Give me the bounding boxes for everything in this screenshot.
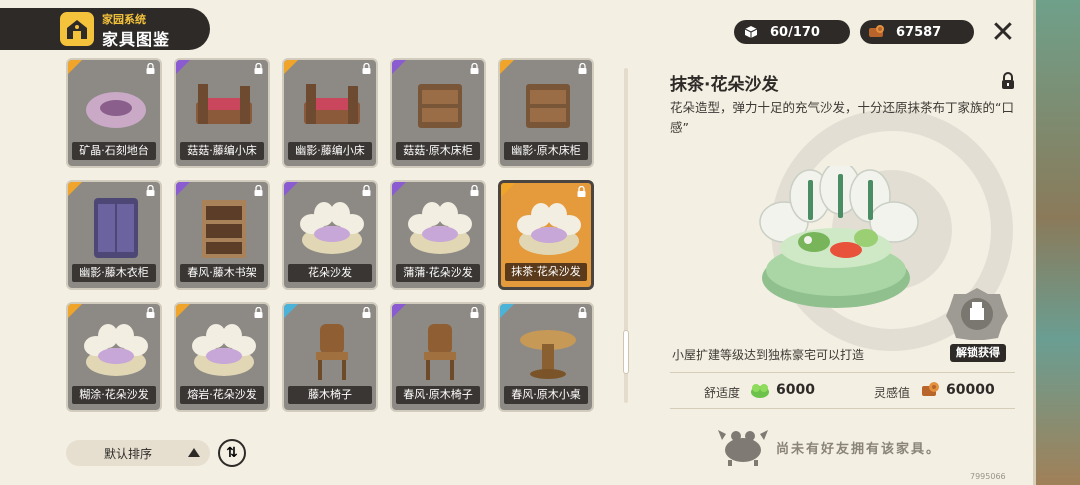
- house-icon: [58, 10, 96, 48]
- rarity-marker: [68, 60, 82, 74]
- comfort-label: 舒适度: [704, 386, 741, 400]
- rarity-marker: [500, 304, 514, 318]
- furniture-card-label: 春风·原木小桌: [504, 386, 588, 404]
- currency-pill: 67587: [860, 20, 974, 44]
- rarity-marker: [392, 182, 406, 196]
- chair-icon: [316, 324, 348, 380]
- furniture-card[interactable]: 熔岩·花朵沙发: [174, 302, 270, 412]
- no-friend-message: 尚未有好友拥有该家具。: [776, 442, 942, 457]
- rarity-marker: [392, 304, 406, 318]
- furniture-card[interactable]: 抹茶·花朵沙发: [498, 180, 594, 290]
- bookshelf-icon: [202, 200, 246, 258]
- header-subtitle: 家园系统: [102, 13, 146, 26]
- unlock-badge-icon: [946, 288, 1008, 340]
- header-tag: 家园系统 家具图鉴: [0, 8, 210, 50]
- furniture-card[interactable]: 菇菇·原木床柜: [390, 58, 486, 168]
- table-icon: [520, 330, 576, 379]
- furniture-card[interactable]: 幽影·原木床柜: [498, 58, 594, 168]
- furniture-card[interactable]: 糊涂·花朵沙发: [66, 302, 162, 412]
- inspiration-icon: [922, 382, 939, 396]
- nightstand-icon: [526, 84, 570, 128]
- currency-value: 67587: [896, 24, 942, 40]
- furniture-card[interactable]: 藤木椅子: [282, 302, 378, 412]
- furniture-card-label: 糊涂·花朵沙发: [72, 386, 156, 404]
- rarity-marker: [68, 304, 82, 318]
- bed-icon: [304, 84, 360, 124]
- sort-label: 默认排序: [104, 446, 153, 461]
- cube-icon: [742, 23, 760, 41]
- comfort-value: 6000: [776, 382, 815, 398]
- capacity-value: 60/170: [770, 24, 820, 40]
- flower-sofa-icon: [517, 203, 581, 255]
- sort-order-icon: ⇅: [226, 445, 238, 461]
- furniture-card-label: 菇菇·藤编小床: [180, 142, 264, 160]
- furniture-card[interactable]: 春风·原木椅子: [390, 302, 486, 412]
- sort-dropdown[interactable]: 默认排序: [66, 440, 210, 466]
- wardrobe-icon: [94, 198, 138, 258]
- rarity-marker: [284, 182, 298, 196]
- unlock-button[interactable]: 解锁获得: [950, 344, 1006, 362]
- build-requirement: 小屋扩建等级达到独栋豪宅可以打造: [672, 348, 865, 362]
- rarity-marker: [176, 304, 190, 318]
- furniture-card-label: 幽影·原木床柜: [504, 142, 588, 160]
- flower-sofa-preview: [759, 166, 919, 308]
- furniture-card-label: 菇菇·原木床柜: [396, 142, 480, 160]
- rarity-marker: [176, 60, 190, 74]
- rarity-marker: [284, 304, 298, 318]
- item-title: 抹茶·花朵沙发: [670, 75, 779, 95]
- furniture-card[interactable]: 春风·原木小桌: [498, 302, 594, 412]
- flower-sofa-icon: [192, 324, 256, 376]
- inspiration-label: 灵感值: [874, 386, 911, 400]
- inspiration-value: 60000: [946, 382, 995, 398]
- rug-icon: [86, 92, 146, 128]
- flower-sofa-icon: [84, 324, 148, 376]
- furniture-card-label: 幽影·藤木衣柜: [72, 264, 156, 282]
- flower-sofa-icon: [408, 202, 472, 254]
- wood-coin-icon: [868, 23, 886, 41]
- divider: [670, 372, 1015, 373]
- rarity-marker: [392, 60, 406, 74]
- furniture-card[interactable]: 幽影·藤编小床: [282, 58, 378, 168]
- furniture-card-label: 蒲蒲·花朵沙发: [396, 264, 480, 282]
- furniture-card[interactable]: 花朵沙发: [282, 180, 378, 290]
- furniture-card-label: 矿晶·石刻地台: [72, 142, 156, 160]
- rarity-marker: [500, 60, 514, 74]
- furniture-card-label: 熔岩·花朵沙发: [180, 386, 264, 404]
- furniture-card-label: 藤木椅子: [288, 386, 372, 404]
- rarity-marker: [176, 182, 190, 196]
- rarity-marker: [284, 60, 298, 74]
- rarity-marker: [501, 183, 515, 197]
- furniture-card[interactable]: 蒲蒲·花朵沙发: [390, 180, 486, 290]
- furniture-card-label: 花朵沙发: [288, 264, 372, 282]
- close-button[interactable]: ✕: [988, 18, 1018, 48]
- lock-icon: [1002, 72, 1014, 89]
- furniture-catalog-panel: 家园系统 家具图鉴 60/170 67587 ✕ 矿晶·石刻地台 菇菇·藤编小床幽…: [0, 0, 1036, 485]
- furniture-card-label: 春风·藤木书架: [180, 264, 264, 282]
- user-id: 7995066: [970, 472, 1006, 481]
- scrollbar-thumb[interactable]: [623, 330, 629, 374]
- grid-scrollbar[interactable]: [623, 68, 629, 403]
- furniture-card[interactable]: 菇菇·藤编小床: [174, 58, 270, 168]
- crab-mascot-icon: [718, 430, 768, 466]
- furniture-card[interactable]: 幽影·藤木衣柜: [66, 180, 162, 290]
- divider: [670, 408, 1015, 409]
- close-icon: ✕: [990, 15, 1016, 50]
- sort-order-button[interactable]: ⇅: [218, 439, 246, 467]
- furniture-grid: 矿晶·石刻地台 菇菇·藤编小床 幽影·藤编小床 菇菇·原木床柜 幽影·原木床柜幽影·藤木…: [66, 58, 596, 413]
- furniture-card-label: 春风·原木椅子: [396, 386, 480, 404]
- triangle-up-icon: [188, 448, 200, 457]
- capacity-pill: 60/170: [734, 20, 850, 44]
- furniture-card-label: 幽影·藤编小床: [288, 142, 372, 160]
- furniture-card-label: 抹茶·花朵沙发: [505, 263, 587, 281]
- chair-icon: [424, 324, 456, 380]
- rarity-marker: [68, 182, 82, 196]
- page-title: 家具图鉴: [102, 30, 171, 49]
- comfort-icon: [751, 384, 769, 398]
- furniture-card[interactable]: 矿晶·石刻地台: [66, 58, 162, 168]
- bed-icon: [196, 84, 252, 124]
- flower-sofa-icon: [300, 202, 364, 254]
- nightstand-icon: [418, 84, 462, 128]
- item-description: 花朵造型，弹力十足的充气沙发，十分还原抹茶布丁家族的“口感”: [670, 100, 1014, 135]
- furniture-card[interactable]: 春风·藤木书架: [174, 180, 270, 290]
